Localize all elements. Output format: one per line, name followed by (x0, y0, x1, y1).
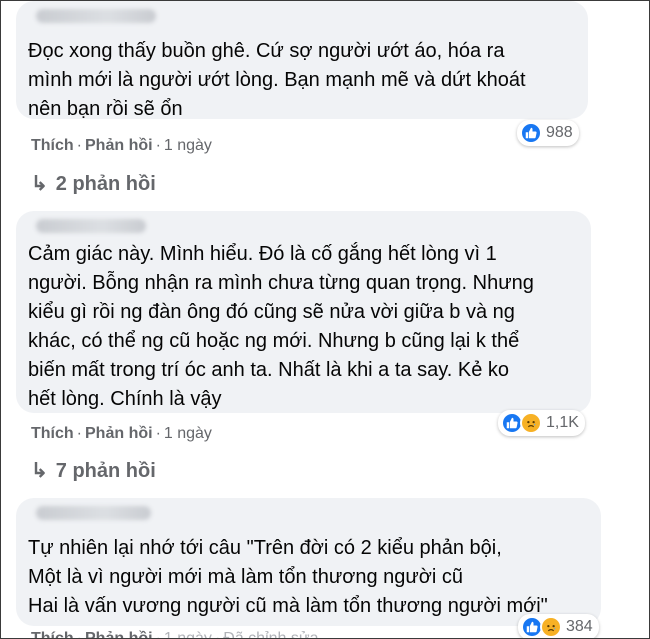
timestamp[interactable]: 1 ngày (164, 425, 212, 442)
sad-icon (540, 616, 562, 638)
reaction-count: 1,1K (546, 414, 579, 431)
comment-text-line: Cảm giác này. Mình hiểu. Đó là cố gắng h… (28, 243, 497, 265)
edited-label: Đã chỉnh sửa (223, 630, 319, 639)
author-name-blurred[interactable] (36, 9, 156, 23)
like-link[interactable]: Thích (31, 137, 74, 154)
comments-screenshot: Đọc xong thấy buồn ghê. Cứ sợ người ướt … (0, 0, 650, 639)
comment-text-line: hết lòng. Chính là vậy (28, 388, 222, 410)
comment-text-line: biến mất trong trí óc anh ta. Nhất là kh… (28, 359, 509, 381)
comment-bubble: Đọc xong thấy buồn ghê. Cứ sợ người ướt … (16, 1, 588, 120)
comment-text-line: Hai là vấn vương người cũ mà làm tổn thư… (28, 595, 548, 617)
reaction-count: 988 (546, 124, 573, 141)
reaction-count: 384 (566, 618, 593, 635)
comment-text-line: Đọc xong thấy buồn ghê. Cứ sợ người ướt … (28, 40, 505, 62)
view-replies-link[interactable]: ↳ 7 phản hồi (31, 458, 156, 483)
like-link[interactable]: Thích (31, 425, 74, 442)
reply-link[interactable]: Phản hồi (85, 137, 153, 154)
comment-text-line: Một là vì người mới mà làm tổn thương ng… (28, 566, 463, 588)
reply-link[interactable]: Phản hồi (85, 630, 153, 638)
reaction-summary[interactable]: 1,1K (498, 410, 585, 436)
like-icon (520, 122, 542, 144)
reaction-summary[interactable]: 988 (517, 120, 579, 146)
timestamp[interactable]: 1 ngày (164, 137, 212, 154)
comment-text-line: nên bạn rồi sẽ ổn (28, 98, 183, 120)
reaction-summary[interactable]: 384 (518, 614, 599, 638)
author-name-blurred[interactable] (36, 506, 151, 520)
author-name-blurred[interactable] (36, 219, 146, 233)
comment-text-line: khác, có thể ng cũ hoặc ng mới. Nhưng b … (28, 330, 520, 352)
timestamp[interactable]: 1 ngày (164, 630, 212, 638)
sad-icon (520, 412, 542, 434)
replies-count: 2 phản hồi (55, 173, 156, 195)
like-link[interactable]: Thích (31, 630, 74, 638)
reply-arrow-icon: ↳ (31, 173, 48, 195)
comment-text-line: mình mới là người ướt lòng. Bạn mạnh mẽ … (28, 69, 526, 91)
comment-actions: Thích · Phản hồi · 1 ngày (31, 425, 212, 442)
reply-arrow-icon: ↳ (31, 460, 48, 482)
comment-actions: Thích · Phản hồi · 1 ngày · Đã chỉnh sửa (31, 630, 319, 639)
reply-link[interactable]: Phản hồi (85, 425, 153, 442)
comment-actions: Thích · Phản hồi · 1 ngày (31, 137, 212, 154)
comment-bubble: Tự nhiên lại nhớ tới câu "Trên đời có 2 … (16, 498, 601, 626)
replies-count: 7 phản hồi (55, 460, 156, 482)
comment-text-line: Tự nhiên lại nhớ tới câu "Trên đời có 2 … (28, 537, 502, 559)
comment-text-line: người. Bỗng nhận ra mình chưa từng quan … (28, 272, 534, 294)
comment-text-line: kiểu gì rồi ng đàn ông đó cũng sẽ nửa vờ… (28, 301, 515, 323)
comment-bubble: Cảm giác này. Mình hiểu. Đó là cố gắng h… (16, 211, 591, 413)
view-replies-link[interactable]: ↳ 2 phản hồi (31, 171, 156, 196)
